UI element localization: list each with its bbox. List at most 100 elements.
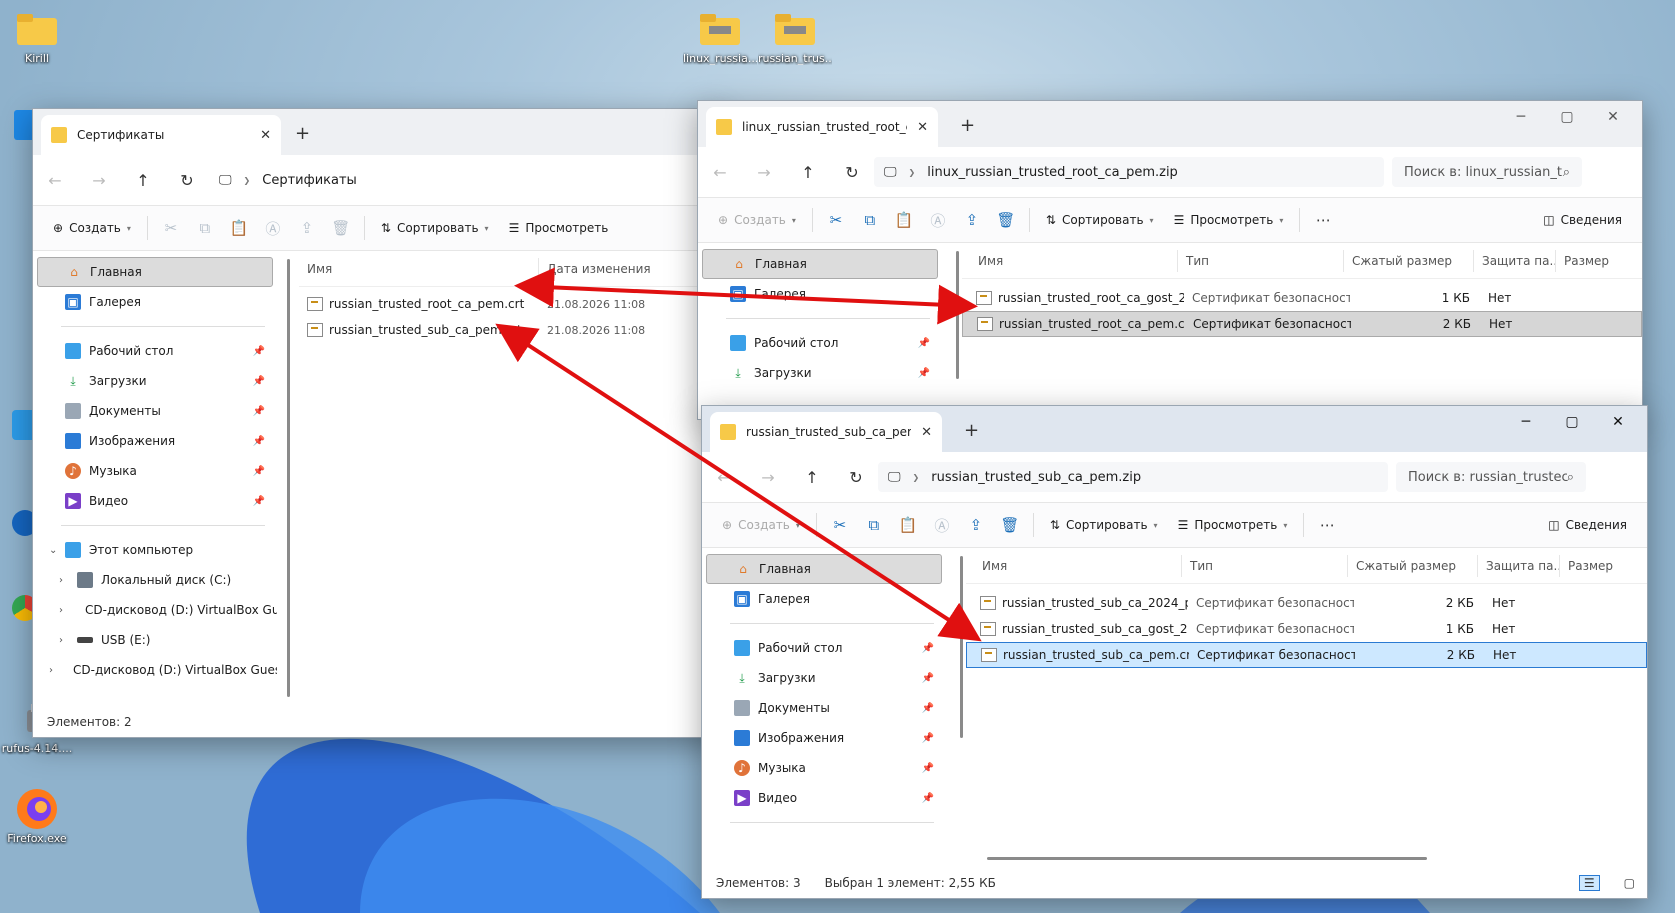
- new-tab-button[interactable]: +: [295, 123, 310, 144]
- desktop-icon-kirill[interactable]: Kirill: [0, 10, 74, 65]
- nav-home[interactable]: ⌂ Главная: [702, 249, 938, 279]
- tab-sub-zip[interactable]: russian_trusted_sub_ca_pem.zi ✕: [710, 412, 942, 452]
- details-button[interactable]: ◫ Сведения: [1533, 204, 1632, 236]
- up-button[interactable]: ↑: [790, 468, 834, 487]
- nav-scrollbar[interactable]: [956, 251, 959, 379]
- pin-icon[interactable]: 📌: [922, 763, 934, 774]
- nav-gallery[interactable]: ▣ Галерея: [706, 584, 942, 614]
- nav-video[interactable]: ▶ Видео 📌: [706, 783, 942, 813]
- rename-icon[interactable]: Ⓐ: [256, 218, 290, 239]
- up-button[interactable]: ↑: [786, 163, 830, 182]
- refresh-button[interactable]: ↻: [165, 171, 209, 190]
- nav-desktop[interactable]: Рабочий стол 📌: [702, 328, 938, 358]
- nav-video[interactable]: ▶ Видео 📌: [37, 486, 273, 516]
- column-name[interactable]: Имя: [966, 554, 1182, 577]
- paste-icon[interactable]: 📋: [222, 219, 256, 237]
- nav-music[interactable]: ♪ Музыка 📌: [706, 753, 942, 783]
- chevron-right-icon[interactable]: ›: [59, 575, 63, 586]
- tab-certificates[interactable]: Сертификаты ✕: [41, 115, 281, 155]
- copy-icon[interactable]: ⧉: [857, 516, 891, 534]
- refresh-button[interactable]: ↻: [830, 163, 874, 182]
- nav-desktop[interactable]: Рабочий стол 📌: [37, 336, 273, 366]
- view-button[interactable]: ☰ Просмотреть ▾: [1164, 204, 1294, 236]
- pin-icon[interactable]: 📌: [918, 368, 930, 379]
- share-icon[interactable]: ⇪: [290, 219, 324, 237]
- refresh-button[interactable]: ↻: [834, 468, 878, 487]
- file-row[interactable]: russian_trusted_sub_ca_2024_pem.... Серт…: [966, 590, 1647, 616]
- close-icon[interactable]: ✕: [1590, 109, 1636, 125]
- pin-icon[interactable]: 📌: [922, 733, 934, 744]
- file-row[interactable]: russian_trusted_sub_ca_gost_2025_... Сер…: [966, 616, 1647, 642]
- pin-icon[interactable]: 📌: [918, 338, 930, 349]
- close-icon[interactable]: ✕: [1595, 414, 1641, 430]
- rename-icon[interactable]: Ⓐ: [921, 210, 955, 231]
- create-button[interactable]: ⊕ Создать ▾: [712, 509, 810, 541]
- delete-icon[interactable]: 🗑: [324, 219, 358, 237]
- nav-downloads[interactable]: ⤓ Загрузки 📌: [706, 663, 942, 693]
- nav-usb-e[interactable]: › USB (E:): [37, 625, 273, 655]
- tiles-view-icon[interactable]: ▢: [1624, 876, 1635, 890]
- nav-cd-d-2[interactable]: › CD-дисковод (D:) VirtualBox Guest A: [37, 655, 277, 685]
- nav-gallery[interactable]: ▣ Галерея: [702, 279, 938, 309]
- chevron-right-icon[interactable]: ›: [59, 635, 63, 646]
- pin-icon[interactable]: 📌: [253, 466, 265, 477]
- nav-home[interactable]: ⌂ Главная: [37, 257, 273, 287]
- column-type[interactable]: Тип: [1182, 554, 1348, 577]
- back-button[interactable]: ←: [698, 163, 742, 182]
- file-row[interactable]: russian_trusted_sub_ca_pem.crt 21.08.202…: [299, 317, 721, 343]
- pin-icon[interactable]: 📌: [253, 406, 265, 417]
- nav-desktop[interactable]: Рабочий стол 📌: [706, 633, 942, 663]
- file-row[interactable]: russian_trusted_root_ca_pem.crt 21.08.20…: [299, 291, 721, 317]
- column-compressed-size[interactable]: Сжатый размер: [1344, 249, 1474, 272]
- chevron-right-icon[interactable]: ›: [59, 605, 63, 616]
- cut-icon[interactable]: ✂: [823, 516, 857, 534]
- nav-documents[interactable]: Документы 📌: [37, 396, 273, 426]
- nav-scrollbar[interactable]: [960, 556, 963, 738]
- horizontal-scrollbar[interactable]: [987, 857, 1427, 860]
- view-button[interactable]: ☰ Просмотреть: [499, 212, 619, 244]
- new-tab-button[interactable]: +: [960, 115, 975, 136]
- nav-scrollbar[interactable]: [287, 259, 290, 697]
- column-compressed-size[interactable]: Сжатый размер: [1348, 554, 1478, 577]
- nav-this-pc[interactable]: ⌄ Этот компьютер: [37, 535, 273, 565]
- desktop-icon-russian-zip[interactable]: russian_trus...: [758, 10, 832, 65]
- column-type[interactable]: Тип: [1178, 249, 1344, 272]
- nav-pictures[interactable]: Изображения 📌: [706, 723, 942, 753]
- pin-icon[interactable]: 📌: [253, 346, 265, 357]
- copy-icon[interactable]: ⧉: [853, 211, 887, 229]
- column-name[interactable]: Имя: [962, 249, 1178, 272]
- forward-button[interactable]: →: [77, 171, 121, 190]
- desktop-icon-firefox[interactable]: Firefox.exe: [0, 789, 74, 845]
- forward-button[interactable]: →: [746, 468, 790, 487]
- back-button[interactable]: ←: [702, 468, 746, 487]
- pin-icon[interactable]: 📌: [922, 673, 934, 684]
- file-row-selected[interactable]: russian_trusted_sub_ca_pem.crt Сертифика…: [966, 642, 1647, 668]
- more-icon[interactable]: ⋯: [1310, 516, 1344, 534]
- nav-documents[interactable]: Документы 📌: [706, 693, 942, 723]
- address-bar[interactable]: 🖵 ❯ Сертификаты: [209, 165, 649, 195]
- nav-cd-d[interactable]: › CD-дисковод (D:) VirtualBox Guest: [37, 595, 277, 625]
- column-password[interactable]: Защита па...: [1478, 554, 1560, 577]
- paste-icon[interactable]: 📋: [887, 211, 921, 229]
- rename-icon[interactable]: Ⓐ: [925, 515, 959, 536]
- nav-downloads[interactable]: ⤓ Загрузки 📌: [37, 366, 273, 396]
- cut-icon[interactable]: ✂: [154, 219, 188, 237]
- column-size[interactable]: Размер: [1556, 250, 1636, 272]
- file-row-selected[interactable]: russian_trusted_root_ca_pem.crt Сертифик…: [962, 311, 1642, 337]
- share-icon[interactable]: ⇪: [955, 211, 989, 229]
- search-input[interactable]: Поиск в: linux_russian_t ⌕: [1392, 157, 1582, 187]
- column-size[interactable]: Размер: [1560, 555, 1640, 577]
- sort-button[interactable]: ⇅ Сортировать ▾: [1036, 204, 1164, 236]
- new-tab-button[interactable]: +: [964, 420, 979, 441]
- pin-icon[interactable]: 📌: [253, 496, 265, 507]
- pin-icon[interactable]: 📌: [922, 703, 934, 714]
- nav-pictures[interactable]: Изображения 📌: [37, 426, 273, 456]
- nav-downloads[interactable]: ⤓ Загрузки 📌: [702, 358, 938, 388]
- close-tab-icon[interactable]: ✕: [921, 425, 932, 440]
- details-button[interactable]: ◫ Сведения: [1538, 509, 1637, 541]
- create-button[interactable]: ⊕ Создать ▾: [43, 212, 141, 244]
- chevron-down-icon[interactable]: ⌄: [49, 545, 57, 556]
- cut-icon[interactable]: ✂: [819, 211, 853, 229]
- nav-gallery[interactable]: ▣ Галерея: [37, 287, 273, 317]
- close-tab-icon[interactable]: ✕: [260, 128, 271, 143]
